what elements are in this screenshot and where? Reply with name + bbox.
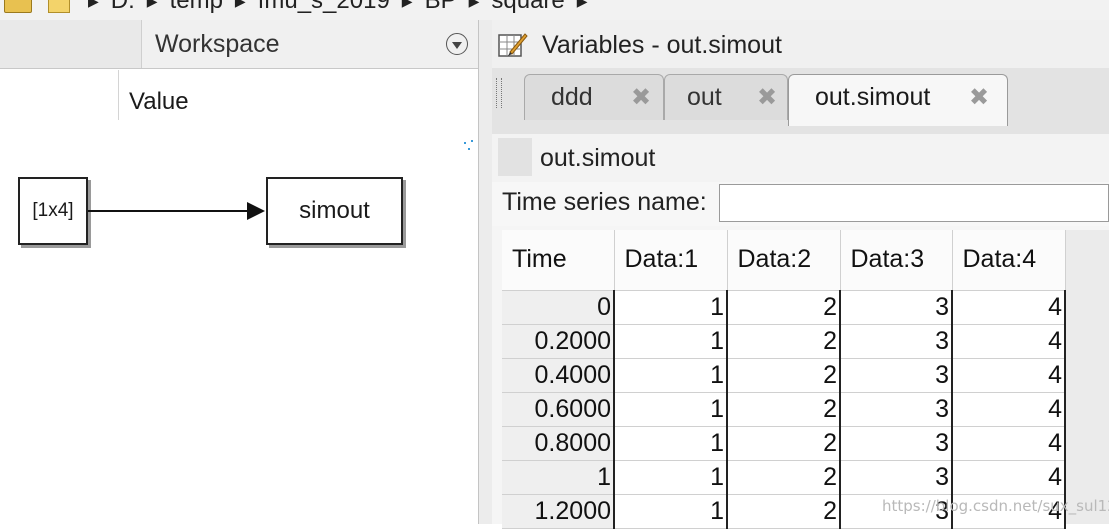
tab-ddd[interactable]: ddd ✖ <box>524 74 664 120</box>
table-row: 11234 <box>502 460 1066 495</box>
breadcrumb-separator-icon: ▶ <box>88 0 99 9</box>
data-cell[interactable]: 1 <box>614 392 728 427</box>
select-all-button[interactable] <box>498 138 532 176</box>
close-icon[interactable]: ✖ <box>631 83 651 112</box>
time-cell[interactable]: 0 <box>502 290 615 325</box>
watermark: https://blog.csdn.net/sux_sul12 <box>882 497 1109 515</box>
breadcrumb-item-fmu[interactable]: fmu_s_2019 <box>258 0 390 15</box>
data-cell[interactable]: 1 <box>614 358 728 393</box>
value-column-label: Value <box>129 88 189 115</box>
table-row: 0.8000 1 2 3 4 <box>502 426 1066 461</box>
data-cell[interactable]: 4 <box>952 392 1066 427</box>
time-cell[interactable]: 0.8000 <box>502 426 615 461</box>
folder-icon <box>48 0 70 13</box>
variables-title-bar: Variables - out.simout <box>492 20 1109 68</box>
variable-editor-icon <box>498 33 528 57</box>
breadcrumb-separator-icon: ▶ <box>468 0 480 9</box>
panel-menu-button[interactable] <box>446 33 468 55</box>
current-variable-name: out.simout <box>540 144 656 172</box>
data-cell[interactable]: 1 <box>614 290 728 325</box>
signal-line[interactable] <box>88 210 248 212</box>
tab-out-simout[interactable]: out.simout ✖ <box>788 74 1008 126</box>
variable-tab-bar: ddd ✖ out ✖ out.simout ✖ <box>492 68 1109 135</box>
data-cell[interactable]: 2 <box>727 460 841 495</box>
data-cell[interactable]: 2 <box>727 290 841 325</box>
to-workspace-block[interactable]: simout <box>266 177 403 245</box>
data-cell[interactable]: 1 <box>614 460 728 495</box>
chevron-down-icon <box>452 41 462 49</box>
data-cell[interactable]: 3 <box>840 358 953 393</box>
time-cell[interactable]: 1.2000 <box>502 494 615 529</box>
resize-grip-icon[interactable] <box>464 140 474 154</box>
workspace-column-header[interactable]: Value <box>118 70 479 120</box>
data-cell[interactable]: 3 <box>840 460 953 495</box>
column-header-data3[interactable]: Data:3 <box>840 230 953 291</box>
breadcrumb-item-square[interactable]: square <box>491 0 564 15</box>
data-cell[interactable]: 2 <box>727 324 841 359</box>
workspace-header: Workspace <box>0 20 478 69</box>
data-cell[interactable]: 4 <box>952 358 1066 393</box>
tab-label: ddd <box>551 83 593 111</box>
variables-panel: Variables - out.simout ddd ✖ out ✖ out.s… <box>492 20 1109 529</box>
constant-block[interactable]: [1x4] <box>18 177 88 245</box>
variables-title: Variables - out.simout <box>542 31 782 59</box>
breadcrumb-item-drive[interactable]: D: <box>111 0 135 15</box>
column-header-time[interactable]: Time <box>502 230 615 291</box>
tab-label: out <box>687 83 722 111</box>
data-cell[interactable]: 3 <box>840 426 953 461</box>
data-grid: Time Data:1 Data:2 Data:3 Data:4 0 1 2 3 4 0.… <box>502 230 1109 529</box>
tab-grip-icon[interactable] <box>496 78 502 108</box>
table-row: 0.6000 1 2 3 4 <box>502 392 1066 427</box>
time-cell[interactable]: 1 <box>502 460 615 495</box>
breadcrumb-separator-icon: ▶ <box>401 0 413 9</box>
data-cell[interactable]: 4 <box>952 460 1066 495</box>
breadcrumb-separator-icon: ▶ <box>234 0 246 9</box>
time-cell[interactable]: 0.4000 <box>502 358 615 393</box>
breadcrumb-item-temp[interactable]: temp <box>170 0 223 15</box>
tab-out[interactable]: out ✖ <box>664 74 788 120</box>
data-cell[interactable]: 2 <box>727 358 841 393</box>
column-header-data4[interactable]: Data:4 <box>952 230 1066 291</box>
time-series-name-label: Time series name: <box>502 188 707 216</box>
table-row: 01234 <box>502 290 1066 325</box>
data-cell[interactable]: 4 <box>952 324 1066 359</box>
time-series-name-row: Time series name: <box>492 182 1109 226</box>
data-cell[interactable]: 2 <box>727 392 841 427</box>
tab-label: out.simout <box>815 83 931 111</box>
data-cell[interactable]: 1 <box>614 324 728 359</box>
close-icon[interactable]: ✖ <box>969 83 989 112</box>
panel-divider <box>0 20 142 68</box>
data-cell[interactable]: 2 <box>727 494 841 529</box>
breadcrumb-separator-icon[interactable]: ▶ <box>577 0 588 10</box>
data-cell[interactable]: 4 <box>952 426 1066 461</box>
variable-path-bar: out.simout <box>492 134 1109 183</box>
breadcrumb: ▶ D: ▶ temp ▶ fmu_s_2019 ▶ BP ▶ square ▶ <box>0 0 1109 21</box>
time-cell[interactable]: 0.6000 <box>502 392 615 427</box>
signal-arrow-icon <box>247 202 265 220</box>
data-cell[interactable]: 2 <box>727 426 841 461</box>
column-header-data2[interactable]: Data:2 <box>727 230 841 291</box>
data-cell[interactable]: 4 <box>952 290 1066 325</box>
breadcrumb-item-bp[interactable]: BP <box>425 0 457 15</box>
time-series-name-input[interactable] <box>719 184 1109 222</box>
up-folder-icon[interactable] <box>4 0 32 13</box>
breadcrumb-separator-icon: ▶ <box>146 0 158 9</box>
table-row: 0.4000 1 2 3 4 <box>502 358 1066 393</box>
data-cell[interactable]: 3 <box>840 324 953 359</box>
data-cell[interactable]: 3 <box>840 290 953 325</box>
data-cell[interactable]: 1 <box>614 494 728 529</box>
data-cell[interactable]: 1 <box>614 426 728 461</box>
time-cell[interactable]: 0.2000 <box>502 324 615 359</box>
data-cell[interactable]: 3 <box>840 392 953 427</box>
timeseries-table: Time Data:1 Data:2 Data:3 Data:4 0 1 2 3 4 0.… <box>502 230 1066 529</box>
column-header-data1[interactable]: Data:1 <box>614 230 728 291</box>
workspace-title: Workspace <box>155 30 280 58</box>
table-row: 0.2000 1 2 3 4 <box>502 324 1066 359</box>
close-icon[interactable]: ✖ <box>757 83 777 112</box>
